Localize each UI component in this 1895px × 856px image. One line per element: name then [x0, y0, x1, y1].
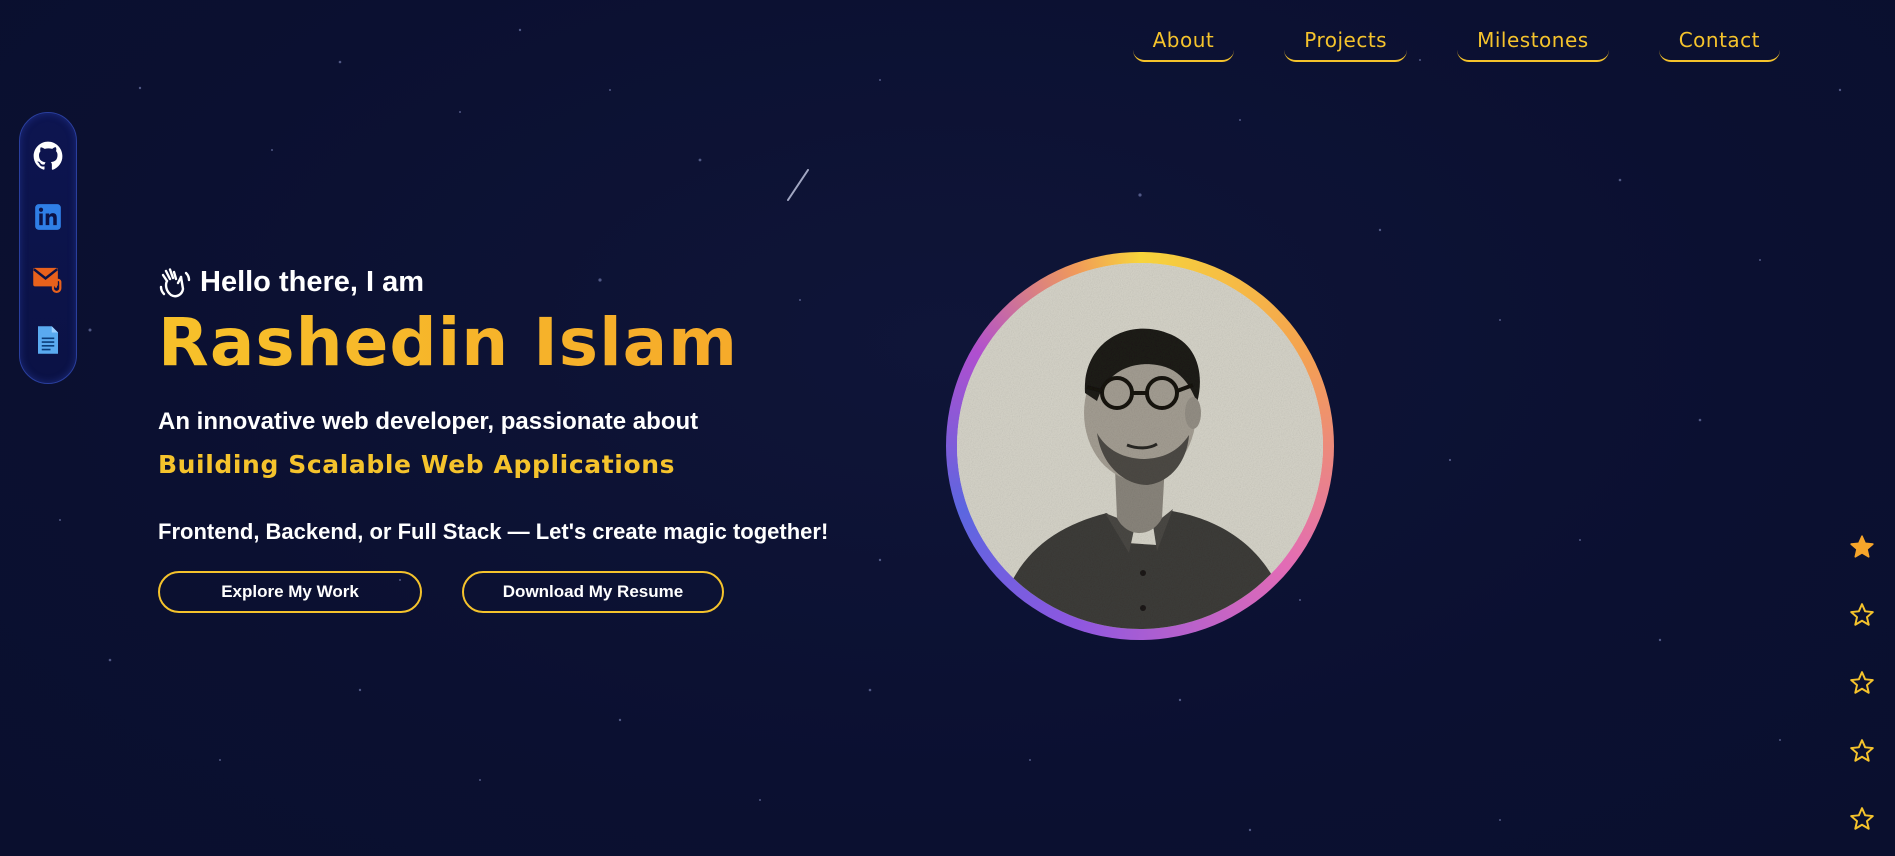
- hero-tagline: An innovative web developer, passionate …: [158, 407, 699, 435]
- linkedin-icon: [35, 204, 61, 231]
- document-icon: [38, 326, 58, 354]
- linkedin-link[interactable]: [32, 201, 64, 233]
- github-link[interactable]: [32, 140, 64, 172]
- hero-cta-text: Frontend, Backend, or Full Stack — Let's…: [158, 518, 829, 544]
- greeting: Hello there, I am: [158, 266, 878, 299]
- portfolio-page: About Projects Milestones Contact Hello …: [0, 0, 1895, 856]
- star-icon[interactable]: [1849, 670, 1875, 696]
- resume-link[interactable]: [32, 324, 64, 356]
- explore-work-button[interactable]: Explore My Work: [158, 570, 422, 613]
- shooting-star: [787, 169, 809, 201]
- hero-buttons: Explore My Work Download My Resume: [158, 570, 878, 613]
- star-icon[interactable]: [1849, 738, 1875, 764]
- hero-section: Hello there, I am Rashedin Islam An inno…: [158, 266, 878, 613]
- email-icon: [33, 267, 62, 293]
- nav-contact[interactable]: Contact: [1658, 22, 1780, 62]
- nav-about[interactable]: About: [1132, 22, 1235, 62]
- greeting-text: Hello there, I am: [200, 266, 425, 298]
- hero-name: Rashedin Islam: [158, 306, 878, 380]
- star-rating: [1849, 534, 1875, 832]
- star-icon[interactable]: [1849, 602, 1875, 628]
- star-icon-filled[interactable]: [1849, 534, 1875, 560]
- profile-photo: [957, 263, 1323, 629]
- email-link[interactable]: [32, 263, 64, 295]
- social-sidebar: [19, 112, 77, 384]
- top-nav: About Projects Milestones Contact: [1132, 22, 1780, 62]
- nav-milestones[interactable]: Milestones: [1457, 22, 1609, 62]
- star-icon[interactable]: [1849, 806, 1875, 832]
- github-icon: [33, 141, 63, 170]
- profile-photo-illustration: [957, 263, 1323, 629]
- nav-projects[interactable]: Projects: [1284, 22, 1408, 62]
- portrait-frame: [946, 252, 1334, 640]
- hero-specialty: Building Scalable Web Applications: [158, 449, 676, 479]
- download-resume-button[interactable]: Download My Resume: [462, 570, 724, 613]
- waving-hand-icon: [159, 267, 191, 297]
